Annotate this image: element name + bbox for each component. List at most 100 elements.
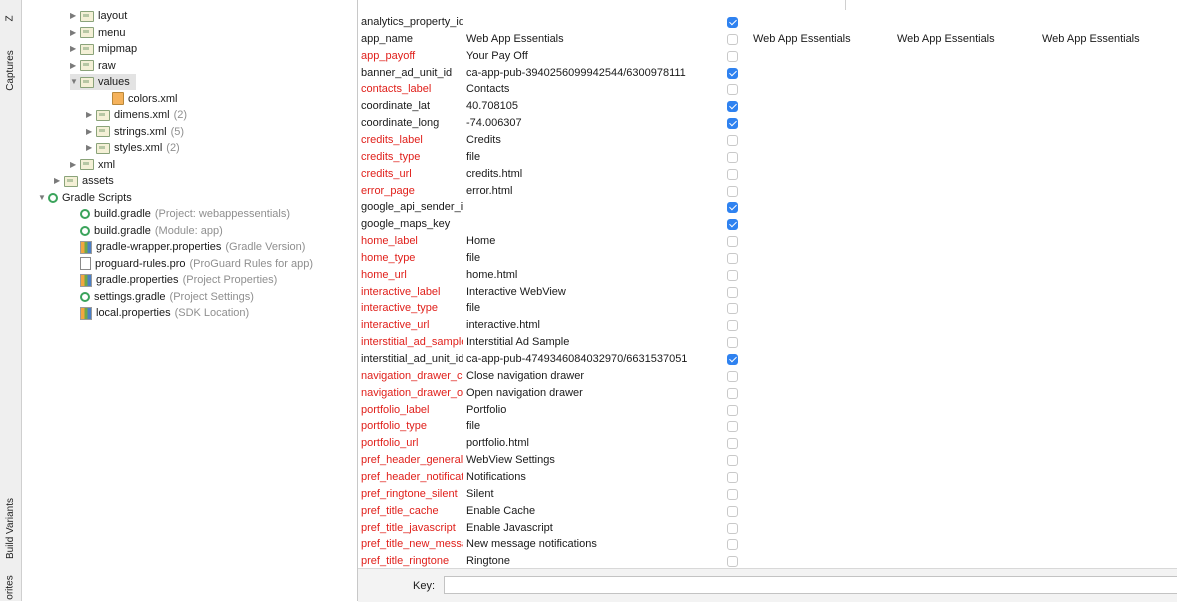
untranslatable-checkbox[interactable] (727, 219, 738, 231)
untranslatable-checkbox[interactable] (727, 17, 738, 28)
table-row[interactable]: interactive_type file (358, 300, 1177, 317)
table-row[interactable]: home_type file (358, 250, 1177, 267)
key-cell[interactable]: interstitial_ad_sample (361, 334, 463, 351)
table-row[interactable]: coordinate_lat 40.708105 (358, 98, 1177, 115)
table-row[interactable]: home_url home.html (358, 267, 1177, 284)
expand-arrow-icon[interactable]: ▼ (70, 74, 80, 90)
table-row[interactable]: pref_header_general WebView Settings (358, 452, 1177, 469)
tree-item[interactable]: ▶ styles.xml (2) (86, 140, 180, 156)
tree-item[interactable]: proguard-rules.pro (ProGuard Rules for ap… (70, 256, 313, 272)
untranslatable-checkbox[interactable] (727, 33, 738, 45)
table-row[interactable]: navigation_drawer_closeClose navigation … (358, 368, 1177, 385)
key-cell[interactable]: coordinate_long (361, 115, 463, 132)
key-cell[interactable]: interactive_url (361, 317, 463, 334)
default-value-cell[interactable]: Portfolio (466, 402, 716, 419)
key-cell[interactable]: interactive_label (361, 284, 463, 301)
default-value-cell[interactable]: Enable Cache (466, 503, 716, 520)
key-cell[interactable]: portfolio_label (361, 402, 463, 419)
default-value-cell[interactable]: file (466, 149, 716, 166)
table-row[interactable]: contacts_label Contacts (358, 81, 1177, 98)
build-variants-tab[interactable]: Build Variants (0, 488, 21, 568)
tree-item[interactable]: ▶ layout (70, 8, 127, 24)
untranslatable-checkbox[interactable] (727, 118, 738, 130)
tree-item[interactable]: gradle-wrapper.properties (Gradle Version… (70, 239, 305, 255)
default-value-cell[interactable]: Interstitial Ad Sample (466, 334, 716, 351)
key-cell[interactable]: credits_type (361, 149, 463, 166)
key-cell[interactable]: home_type (361, 250, 463, 267)
expand-arrow-icon[interactable]: ▼ (38, 190, 48, 206)
default-value-cell[interactable]: Close navigation drawer (466, 368, 716, 385)
table-row[interactable]: credits_url credits.html (358, 166, 1177, 183)
untranslatable-checkbox[interactable] (727, 101, 738, 113)
default-value-cell[interactable]: -74.006307 (466, 115, 716, 132)
table-row[interactable]: pref_title_new_messageNew message notifi… (358, 536, 1177, 553)
table-row[interactable]: analytics_property_id (358, 14, 1177, 31)
untranslatable-checkbox[interactable] (727, 67, 738, 79)
key-cell[interactable]: portfolio_url (361, 435, 463, 452)
tree-item[interactable]: ▼ values (70, 74, 136, 90)
tree-item[interactable]: ▶ menu (70, 25, 126, 41)
table-row[interactable]: portfolio_label Portfolio (358, 402, 1177, 419)
key-input[interactable] (444, 576, 1177, 594)
table-row[interactable]: interactive_url interactive.html (358, 317, 1177, 334)
key-cell[interactable]: error_page (361, 183, 463, 200)
default-value-cell[interactable]: ca-app-pub-4749346084032970/6631537051 (466, 351, 716, 368)
key-cell[interactable]: navigation_drawer_close (361, 368, 463, 385)
key-cell[interactable]: pref_ringtone_silent (361, 486, 463, 503)
table-row[interactable]: pref_ringtone_silent Silent (358, 486, 1177, 503)
collapse-arrow-icon[interactable]: ▶ (70, 25, 80, 41)
table-row[interactable]: interactive_label Interactive WebView (358, 284, 1177, 301)
untranslatable-checkbox[interactable] (727, 84, 738, 96)
key-cell[interactable]: analytics_property_id (361, 14, 463, 31)
untranslatable-checkbox[interactable] (727, 134, 738, 146)
untranslatable-checkbox[interactable] (727, 185, 738, 197)
favorites-tab[interactable]: orites (0, 572, 21, 602)
default-value-cell[interactable]: file (466, 250, 716, 267)
table-row[interactable]: pref_title_cache Enable Cache (358, 503, 1177, 520)
default-value-cell[interactable]: 40.708105 (466, 98, 716, 115)
default-value-cell[interactable]: Open navigation drawer (466, 385, 716, 402)
default-value-cell[interactable]: file (466, 418, 716, 435)
key-cell[interactable]: pref_header_notifications (361, 469, 463, 486)
key-cell[interactable]: home_url (361, 267, 463, 284)
tree-item[interactable]: ▶ xml (70, 157, 115, 173)
default-value-cell[interactable]: Ringtone (466, 553, 716, 568)
default-value-cell[interactable]: interactive.html (466, 317, 716, 334)
key-cell[interactable]: pref_title_cache (361, 503, 463, 520)
default-value-cell[interactable]: Silent (466, 486, 716, 503)
default-value-cell[interactable]: WebView Settings (466, 452, 716, 469)
key-cell[interactable]: pref_title_ringtone (361, 553, 463, 568)
untranslatable-checkbox[interactable] (727, 539, 738, 551)
table-row[interactable]: interstitial_ad_sample Interstitial Ad Sa… (358, 334, 1177, 351)
key-cell[interactable]: pref_header_general (361, 452, 463, 469)
untranslatable-checkbox[interactable] (727, 320, 738, 332)
tree-item[interactable]: gradle.properties (Project Properties) (70, 272, 277, 288)
default-value-cell[interactable]: Contacts (466, 81, 716, 98)
table-row[interactable]: error_page error.html (358, 183, 1177, 200)
untranslatable-checkbox[interactable] (727, 337, 738, 349)
collapse-arrow-icon[interactable]: ▶ (86, 140, 96, 156)
default-value-cell[interactable]: Credits (466, 132, 716, 149)
untranslatable-checkbox[interactable] (727, 488, 738, 500)
untranslatable-checkbox[interactable] (727, 370, 738, 382)
table-row[interactable]: pref_header_notificationsNotifications (358, 469, 1177, 486)
translation-cell[interactable]: Web App Essentials (753, 31, 851, 48)
tree-item[interactable]: ▶ mipmap (70, 41, 137, 57)
untranslatable-checkbox[interactable] (727, 286, 738, 298)
table-row[interactable]: interstitial_ad_unit_id ca-app-pub-474934… (358, 351, 1177, 368)
table-row[interactable]: coordinate_long -74.006307 (358, 115, 1177, 132)
untranslatable-checkbox[interactable] (727, 404, 738, 416)
tree-item[interactable]: ▶ raw (70, 58, 116, 74)
untranslatable-checkbox[interactable] (727, 202, 738, 214)
table-row[interactable]: google_api_sender_id (358, 199, 1177, 216)
untranslatable-checkbox[interactable] (727, 303, 738, 315)
untranslatable-checkbox[interactable] (727, 421, 738, 433)
key-cell[interactable]: pref_title_javascript (361, 520, 463, 537)
untranslatable-checkbox[interactable] (727, 252, 738, 264)
tree-item[interactable]: settings.gradle (Project Settings) (70, 289, 254, 305)
collapse-arrow-icon[interactable]: ▶ (70, 8, 80, 24)
default-value-cell[interactable]: Interactive WebView (466, 284, 716, 301)
untranslatable-checkbox[interactable] (727, 387, 738, 399)
key-cell[interactable]: app_name (361, 31, 463, 48)
tree-item[interactable]: build.gradle (Project: webappessentials) (70, 206, 290, 222)
